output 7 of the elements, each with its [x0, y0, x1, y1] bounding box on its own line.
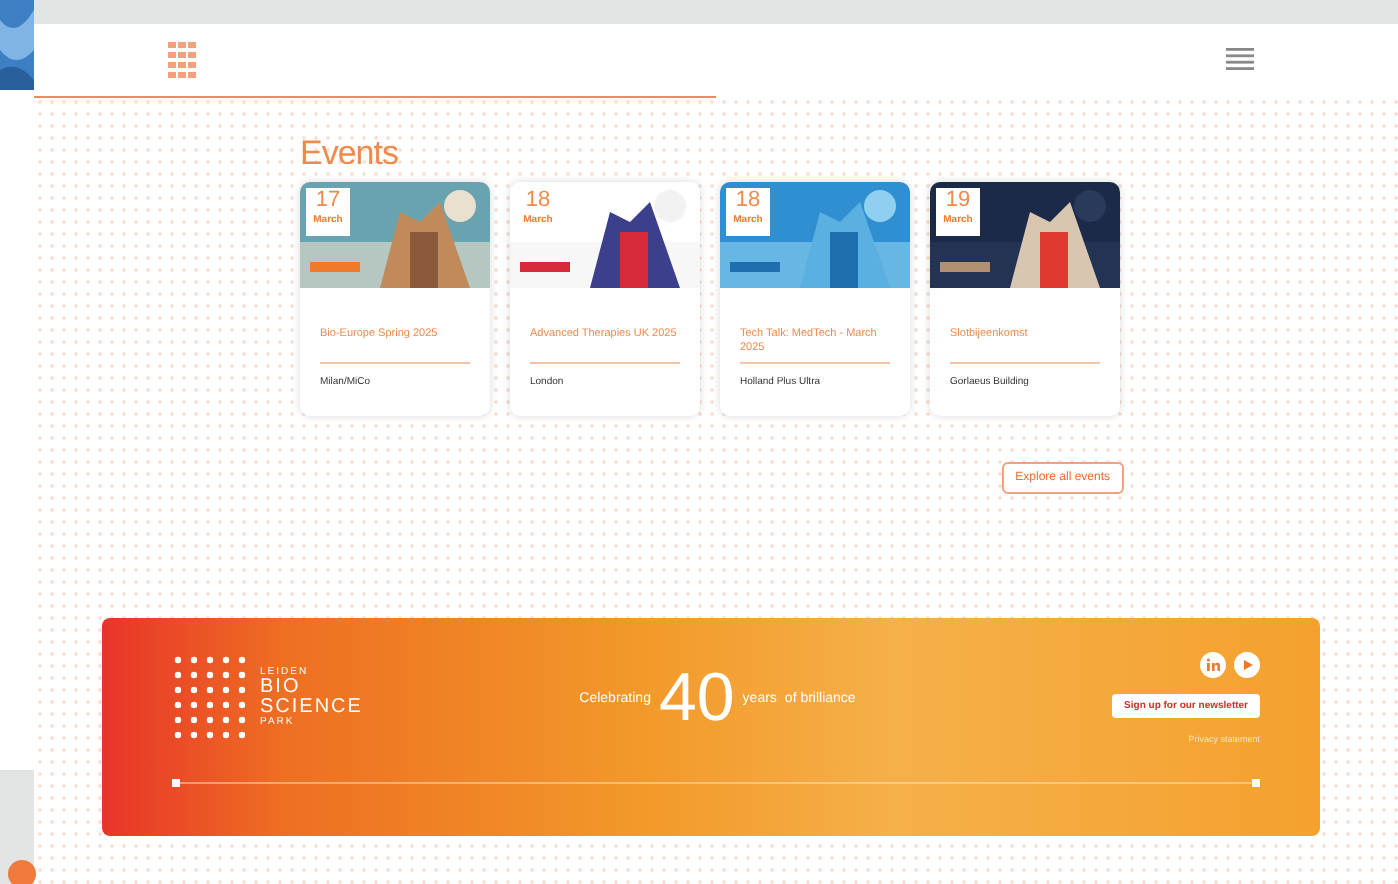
linkedin-icon[interactable]: [1200, 652, 1226, 678]
menu-icon[interactable]: [1226, 48, 1254, 72]
play-icon[interactable]: [1234, 652, 1260, 678]
logo-icon[interactable]: [168, 42, 196, 78]
section-title: Events: [300, 134, 400, 174]
anniversary-number: 40: [658, 664, 735, 732]
chat-button[interactable]: [8, 860, 36, 884]
